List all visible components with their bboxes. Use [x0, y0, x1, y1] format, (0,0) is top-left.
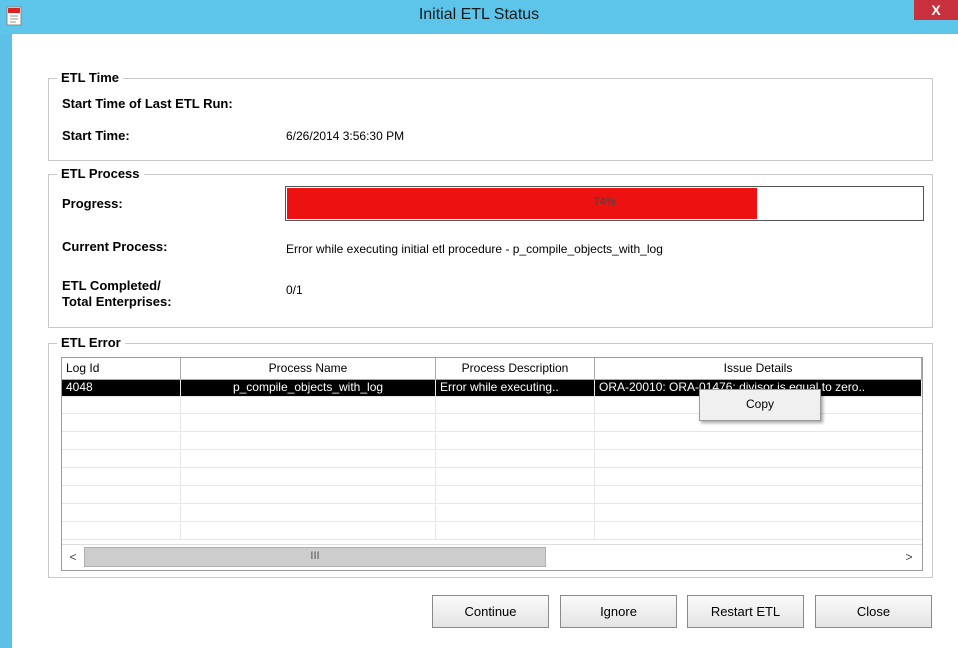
title-bar[interactable]: Initial ETL Status X — [0, 0, 958, 34]
empty-cell — [436, 415, 595, 431]
empty-cell — [181, 451, 436, 467]
empty-cell — [181, 397, 436, 413]
empty-cell — [62, 433, 181, 449]
column-header-issue-details[interactable]: Issue Details — [595, 358, 922, 379]
context-menu-copy[interactable]: Copy — [700, 397, 820, 411]
empty-cell — [181, 415, 436, 431]
scrollbar-thumb[interactable]: III — [84, 547, 546, 567]
column-header-process-name[interactable]: Process Name — [181, 358, 436, 379]
table-row — [62, 505, 922, 522]
empty-cell — [181, 433, 436, 449]
empty-cell — [181, 505, 436, 521]
window-title: Initial ETL Status — [418, 6, 540, 23]
etl-process-legend: ETL Process — [57, 166, 144, 181]
empty-cell — [62, 487, 181, 503]
progress-bar: 74% — [285, 186, 924, 221]
scroll-right-arrow-icon[interactable]: > — [901, 549, 917, 565]
etl-completed-label: ETL Completed/ — [62, 278, 161, 293]
restart-etl-button[interactable]: Restart ETL — [687, 595, 804, 628]
empty-cell — [62, 505, 181, 521]
total-enterprises-label: Total Enterprises: — [62, 294, 172, 309]
empty-cell — [62, 415, 181, 431]
empty-cell — [436, 487, 595, 503]
empty-cell — [436, 397, 595, 413]
empty-cell — [181, 469, 436, 485]
horizontal-scrollbar[interactable]: < III > — [62, 544, 922, 569]
empty-cell — [181, 487, 436, 503]
etl-time-group: ETL Time — [48, 70, 933, 161]
empty-cell — [181, 523, 436, 539]
start-time-label: Start Time: — [62, 128, 130, 143]
empty-cell — [62, 451, 181, 467]
etl-time-legend: ETL Time — [57, 70, 124, 85]
last-run-label: Start Time of Last ETL Run: — [62, 96, 233, 111]
table-row — [62, 523, 922, 540]
close-window-button[interactable]: X — [914, 0, 958, 20]
scroll-left-arrow-icon[interactable]: < — [65, 549, 81, 565]
cell-process-name: p_compile_objects_with_log — [181, 380, 436, 396]
empty-cell — [62, 469, 181, 485]
etl-completed-value: 0/1 — [286, 283, 303, 297]
empty-cell — [62, 397, 181, 413]
cell-log-id: 4048 — [62, 380, 181, 396]
cell-process-description: Error while executing.. — [436, 380, 595, 396]
table-row — [62, 433, 922, 450]
empty-cell — [436, 523, 595, 539]
table-row — [62, 469, 922, 486]
ignore-button[interactable]: Ignore — [560, 595, 677, 628]
grid-header: Log Id Process Name Process Description … — [62, 358, 922, 380]
progress-percent: 74% — [593, 196, 616, 208]
progress-label: Progress: — [62, 196, 123, 211]
current-process-value: Error while executing initial etl proced… — [286, 242, 663, 256]
empty-cell — [436, 469, 595, 485]
close-button[interactable]: Close — [815, 595, 932, 628]
table-row — [62, 451, 922, 468]
start-time-value: 6/26/2014 3:56:30 PM — [286, 129, 405, 143]
current-process-label: Current Process: — [62, 239, 168, 254]
empty-cell — [436, 505, 595, 521]
context-menu: Copy — [699, 389, 821, 421]
continue-button[interactable]: Continue — [432, 595, 549, 628]
table-row — [62, 487, 922, 504]
etl-error-legend: ETL Error — [57, 335, 125, 350]
empty-cell — [62, 523, 181, 539]
column-header-process-description[interactable]: Process Description — [436, 358, 595, 379]
scrollbar-grip: III — [310, 550, 320, 562]
empty-cell — [436, 433, 595, 449]
column-header-log-id[interactable]: Log Id — [62, 358, 181, 379]
empty-cell — [436, 451, 595, 467]
